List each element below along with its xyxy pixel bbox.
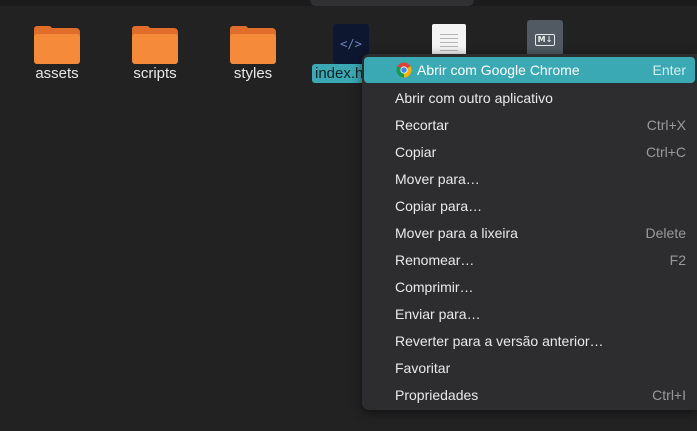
menu-item-open-chrome[interactable]: Abrir com Google Chrome Enter [364, 57, 695, 83]
file-name: assets [35, 65, 79, 82]
markdown-glyph: M↓ [534, 34, 556, 46]
menu-item-label: Copiar para… [395, 198, 483, 214]
menu-item-compress[interactable]: Comprimir… [364, 274, 695, 300]
file-name: scripts [133, 65, 177, 82]
file-name: index.h [312, 64, 367, 83]
menu-item-properties[interactable]: Propriedades Ctrl+I [364, 382, 695, 408]
menu-item-rename[interactable]: Renomear… F2 [364, 247, 695, 273]
menu-item-label: Mover para… [395, 171, 480, 187]
folder-item-assets[interactable]: assets [12, 18, 102, 88]
menu-item-shortcut: Enter [652, 62, 686, 78]
menu-item-label: Propriedades [395, 387, 479, 403]
menu-item-shortcut: Delete [645, 225, 686, 241]
menu-item-revert-version[interactable]: Reverter para a versão anterior… [364, 328, 695, 354]
menu-item-shortcut: F2 [669, 252, 686, 268]
file-name: styles [233, 65, 273, 82]
menu-item-shortcut: Ctrl+I [652, 387, 686, 403]
menu-item-move-to[interactable]: Mover para… [364, 166, 695, 192]
folder-icon [132, 26, 178, 64]
menu-item-label: Recortar [395, 117, 449, 133]
menu-item-copy[interactable]: Copiar Ctrl+C [364, 139, 695, 165]
menu-item-label: Comprimir… [395, 279, 474, 295]
menu-item-label: Reverter para a versão anterior… [395, 333, 604, 349]
menu-item-open-other[interactable]: Abrir com outro aplicativo [364, 85, 695, 111]
folder-item-styles[interactable]: styles [208, 18, 298, 88]
menu-item-label: Abrir com outro aplicativo [395, 90, 553, 106]
folder-icon [230, 26, 276, 64]
menu-item-send-to[interactable]: Enviar para… [364, 301, 695, 327]
menu-item-label: Enviar para… [395, 306, 481, 322]
menu-item-label: Copiar [395, 144, 437, 160]
folder-item-scripts[interactable]: scripts [110, 18, 200, 88]
menu-item-label: Abrir com Google Chrome [417, 62, 580, 78]
chrome-icon [396, 62, 412, 78]
menu-item-copy-to[interactable]: Copiar para… [364, 193, 695, 219]
menu-item-favorite[interactable]: Favoritar [364, 355, 695, 381]
menu-item-label: Renomear… [395, 252, 475, 268]
folder-icon [34, 26, 80, 64]
menu-item-label: Favoritar [395, 360, 451, 376]
menu-item-shortcut: Ctrl+X [646, 117, 686, 133]
context-menu: Abrir com Google Chrome Enter Abrir com … [362, 54, 697, 410]
menu-item-move-to-trash[interactable]: Mover para a lixeira Delete [364, 220, 695, 246]
menu-item-cut[interactable]: Recortar Ctrl+X [364, 112, 695, 138]
menu-item-shortcut: Ctrl+C [645, 144, 686, 160]
html-glyph: </> [340, 37, 362, 51]
menu-item-label: Mover para a lixeira [395, 225, 518, 241]
